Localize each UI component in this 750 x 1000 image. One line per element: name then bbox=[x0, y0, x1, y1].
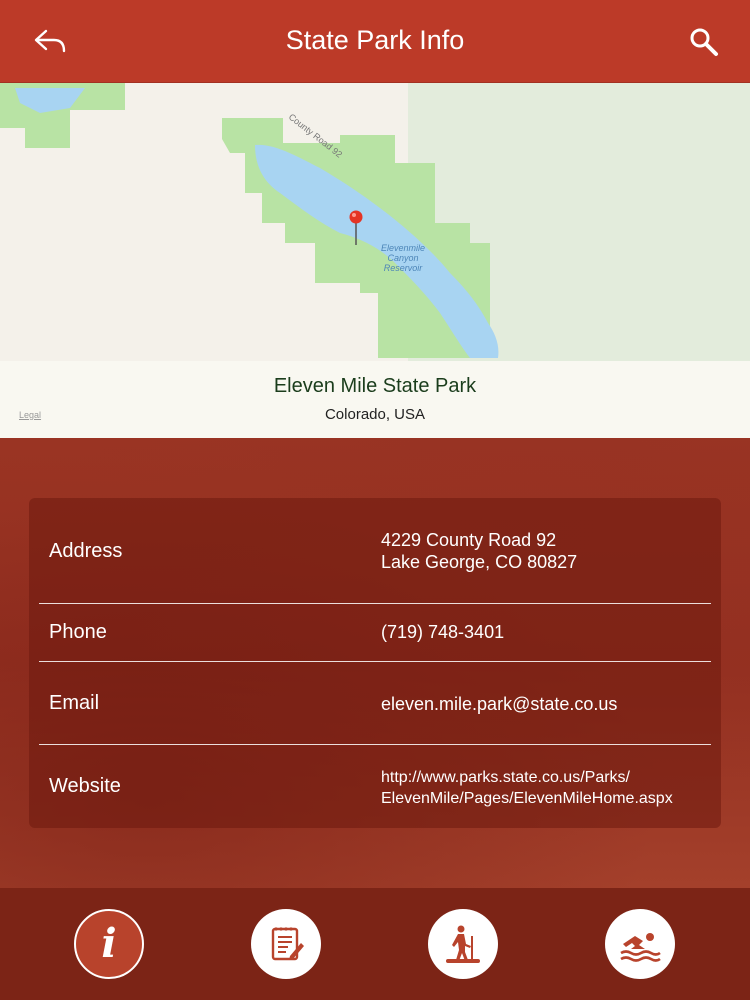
page-title: State Park Info bbox=[285, 25, 465, 55]
park-map[interactable]: County Road 92 Elevenmile Canyon Reservo… bbox=[0, 83, 750, 438]
tab-bar: i bbox=[0, 888, 750, 1000]
email-label: Email bbox=[49, 692, 100, 714]
search-button[interactable] bbox=[684, 24, 724, 60]
legal-link[interactable]: Legal bbox=[19, 410, 41, 420]
address-row[interactable]: Address 4229 County Road 92 Lake George,… bbox=[39, 498, 711, 604]
phone-label: Phone bbox=[49, 621, 107, 643]
website-line2: ElevenMile/Pages/ElevenMileHome.aspx bbox=[381, 790, 673, 807]
reservoir-label-line2: Canyon bbox=[387, 253, 418, 263]
tab-info[interactable]: i bbox=[74, 909, 144, 979]
tab-swimming[interactable] bbox=[605, 909, 675, 979]
info-icon: i bbox=[101, 920, 117, 967]
notes-icon bbox=[271, 927, 304, 961]
address-value: 4229 County Road 92 Lake George, CO 8082… bbox=[381, 529, 577, 573]
park-region: Colorado, USA bbox=[324, 406, 426, 423]
address-label: Address bbox=[49, 540, 123, 562]
tab-hiking[interactable] bbox=[428, 909, 498, 979]
website-row[interactable]: Website http://www.parks.state.co.us/Par… bbox=[39, 745, 711, 828]
search-icon bbox=[690, 28, 718, 56]
website-value[interactable]: http://www.parks.state.co.us/Parks/ Elev… bbox=[381, 767, 673, 809]
address-line1: 4229 County Road 92 bbox=[381, 530, 557, 550]
website-label: Website bbox=[49, 775, 121, 797]
map-caption: Eleven Mile State Park Colorado, USA bbox=[0, 361, 750, 438]
phone-value[interactable]: (719) 748-3401 bbox=[381, 621, 504, 643]
email-row[interactable]: Email eleven.mile.park@state.co.us bbox=[39, 662, 711, 745]
park-name: Eleven Mile State Park bbox=[273, 375, 477, 397]
header-bar: State Park Info bbox=[0, 0, 750, 83]
address-line2: Lake George, CO 80827 bbox=[381, 552, 578, 572]
reservoir-label-line1: Elevenmile bbox=[381, 243, 425, 253]
hiking-icon bbox=[446, 925, 480, 963]
website-line1: http://www.parks.state.co.us/Parks/ bbox=[381, 769, 630, 786]
tab-notes[interactable] bbox=[251, 909, 321, 979]
swimming-icon bbox=[620, 933, 661, 962]
phone-row[interactable]: Phone (719) 748-3401 bbox=[39, 604, 711, 662]
email-value[interactable]: eleven.mile.park@state.co.us bbox=[381, 693, 617, 715]
reservoir-label-line3: Reservoir bbox=[384, 263, 424, 273]
info-card: Address 4229 County Road 92 Lake George,… bbox=[29, 498, 721, 828]
